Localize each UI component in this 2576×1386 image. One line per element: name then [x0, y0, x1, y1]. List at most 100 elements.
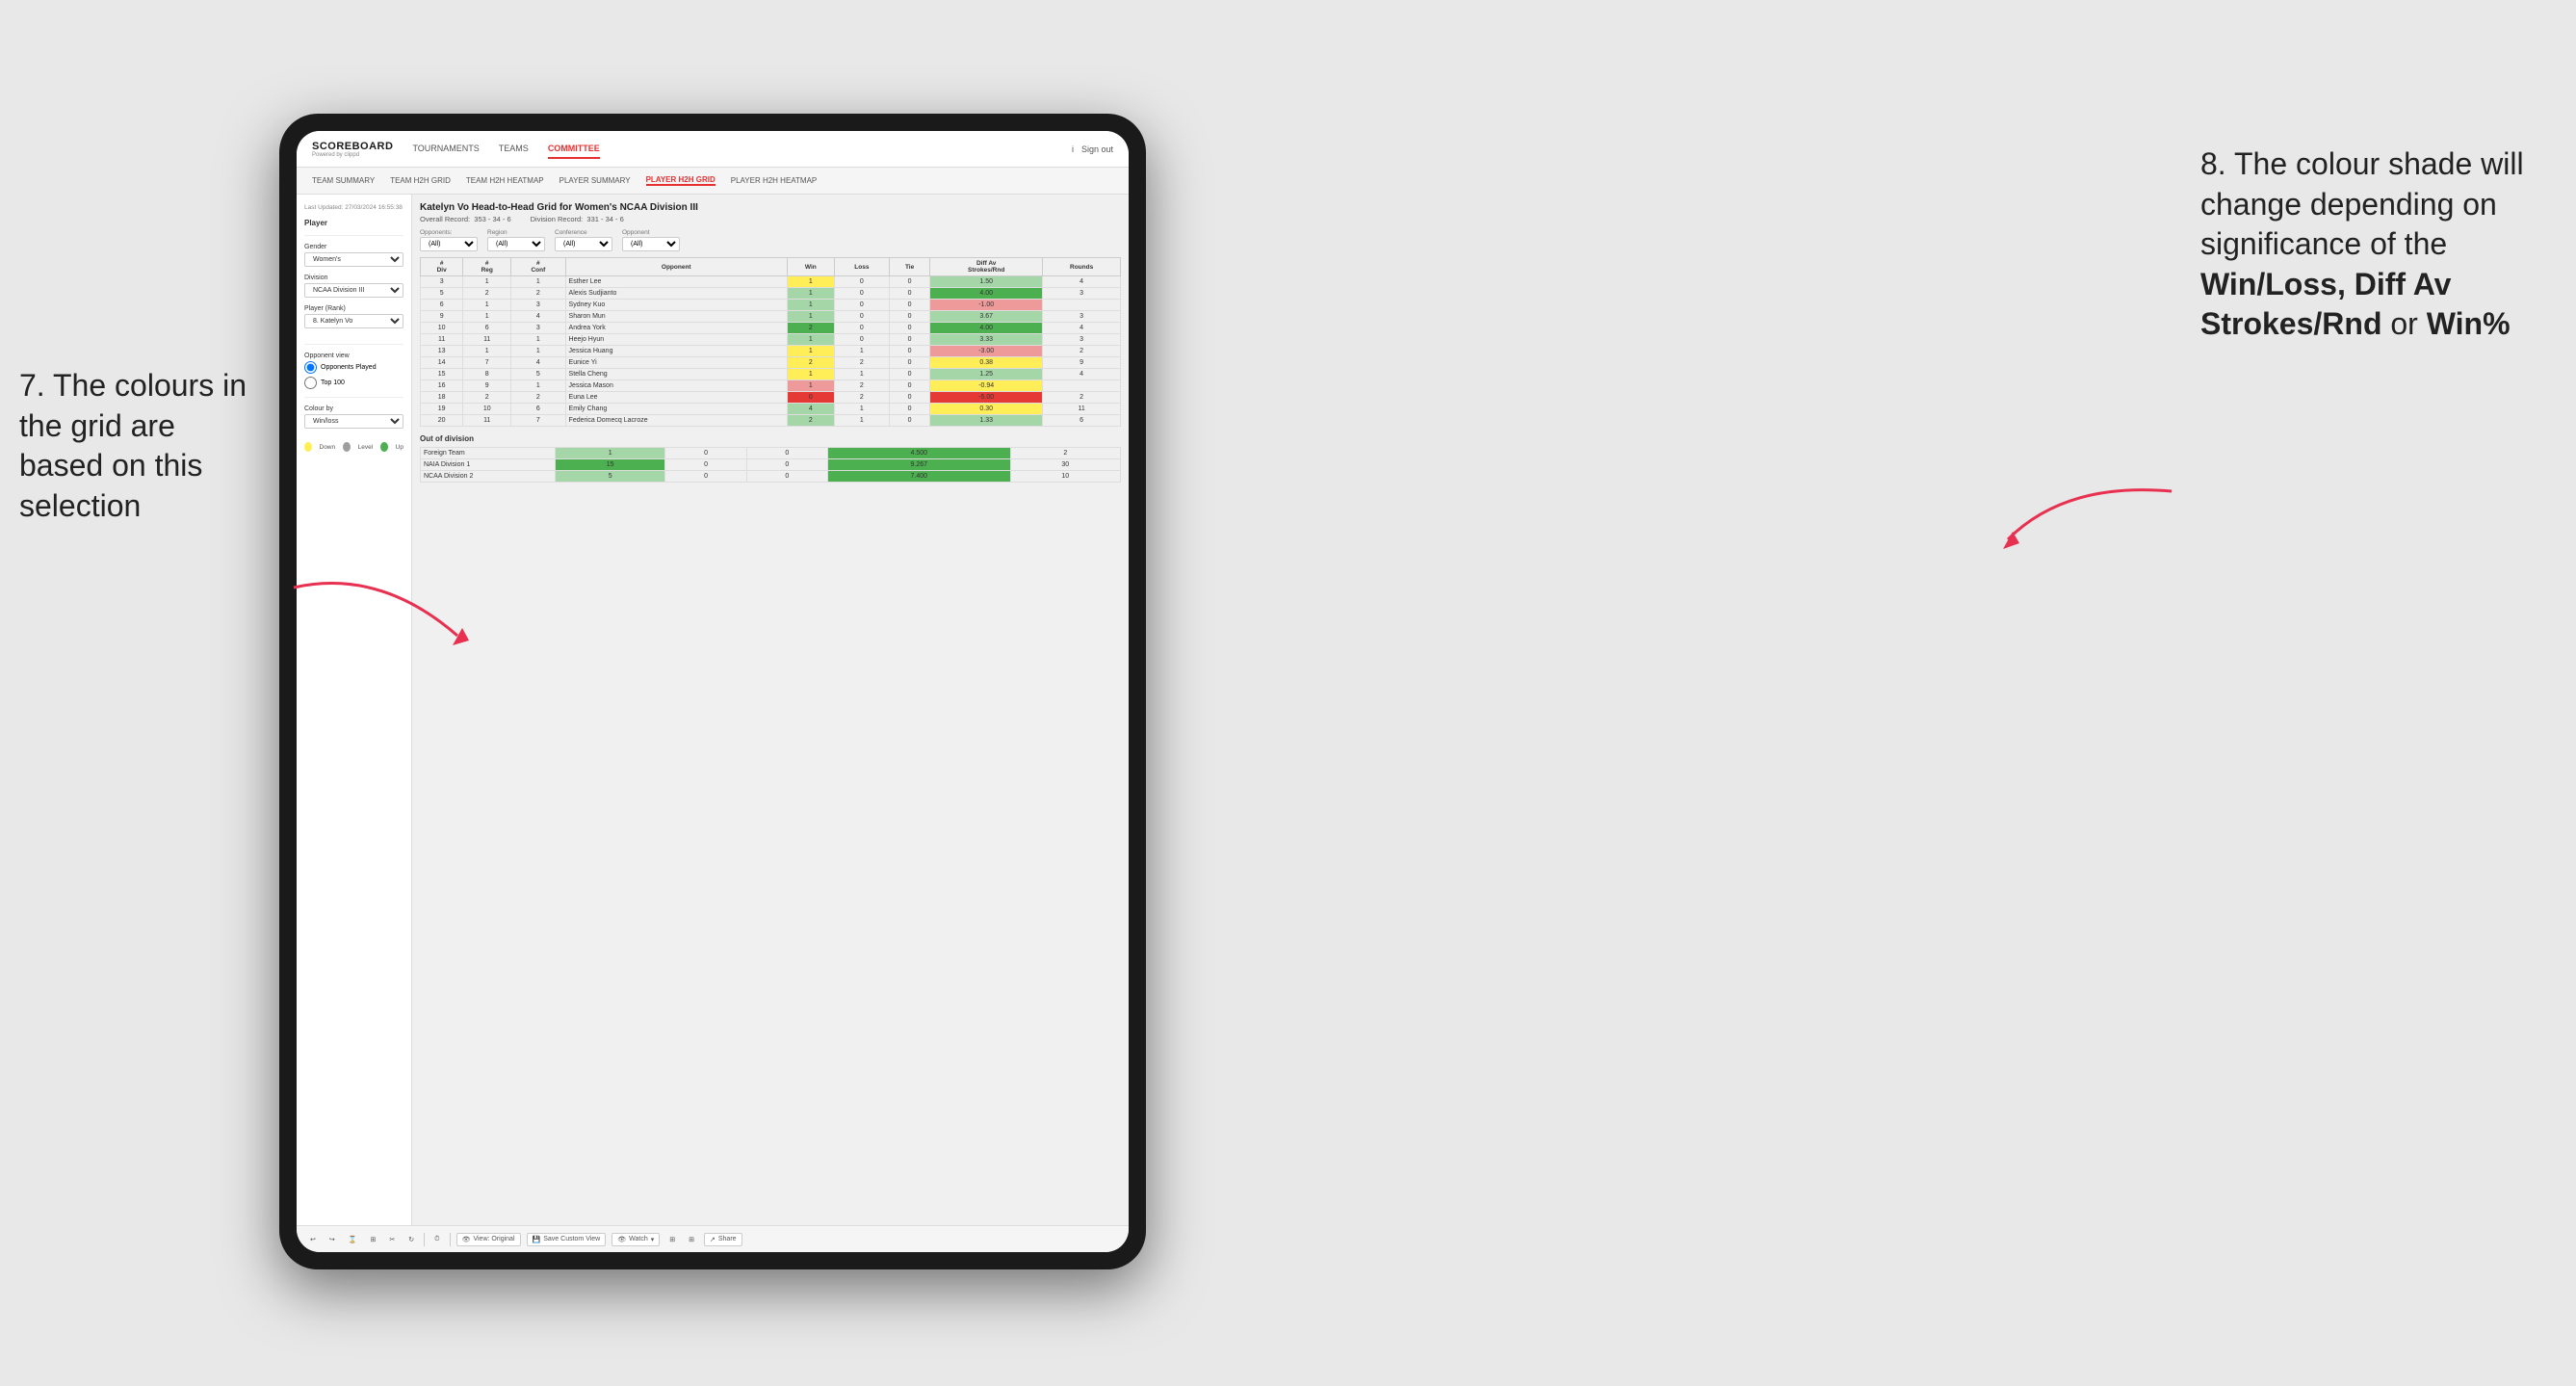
sub-nav-team-h2h-grid[interactable]: TEAM H2H GRID	[390, 176, 451, 185]
opponent-filter: Opponent (All)	[622, 229, 680, 251]
out-of-division-table: Foreign Team 1 0 0 4.500 2 NAIA Division…	[420, 447, 1121, 483]
table-row: 613 Sydney Kuo 100 -1.00	[421, 300, 1121, 311]
player-rank-select[interactable]: 8. Katelyn Vo	[304, 314, 403, 328]
sign-out-link[interactable]: Sign out	[1081, 141, 1113, 158]
sub-nav-player-h2h-heatmap[interactable]: PLAYER H2H HEATMAP	[731, 176, 818, 185]
sidebar: Last Updated: 27/03/2024 16:55:38 Player…	[297, 195, 412, 1225]
logo: SCOREBOARD Powered by clippd	[312, 141, 393, 158]
conference-filter: Conference (All)	[555, 229, 612, 251]
toolbar-divider-1	[424, 1233, 425, 1246]
col-loss: Loss	[834, 258, 889, 276]
opponent-view-radio-group: Opponents Played Top 100	[304, 361, 403, 389]
save-custom-view-btn[interactable]: 💾 Save Custom View	[527, 1233, 607, 1246]
share-btn[interactable]: ↗ Share	[704, 1233, 742, 1246]
legend-level-dot	[343, 442, 351, 452]
gender-label: Gender	[304, 244, 403, 250]
nav-committee[interactable]: COMMITTEE	[548, 140, 600, 159]
watch-icon: 👁	[617, 1236, 626, 1243]
col-tie: Tie	[890, 258, 930, 276]
grid-btn[interactable]: ⊞	[685, 1234, 698, 1245]
legend-down-label: Down	[320, 444, 336, 451]
sub-nav-player-summary[interactable]: PLAYER SUMMARY	[559, 176, 631, 185]
division-record: Division Record: 331 - 34 - 6	[531, 215, 624, 223]
radio-opponents-played[interactable]: Opponents Played	[304, 361, 403, 374]
toolbar: ↩ ↪ ⌛ ⊞ ✂ ↻ ⏱ 👁 View: Original 💾 Save Cu…	[297, 1225, 1129, 1252]
table-row: NCAA Division 2 5 0 0 7.400 10	[421, 471, 1121, 483]
h2h-table: #Div #Reg #Conf Opponent Win Loss Tie Di…	[420, 257, 1121, 427]
arrow-right	[1989, 472, 2181, 568]
table-row: 1691 Jessica Mason 120 -0.94	[421, 380, 1121, 392]
opponents-select[interactable]: (All)	[420, 237, 478, 251]
table-row: 522 Alexis Sudjianto 100 4.003	[421, 288, 1121, 300]
region-filter: Region (All)	[487, 229, 545, 251]
redo-btn[interactable]: ↪	[325, 1234, 339, 1245]
legend-down-dot	[304, 442, 312, 452]
main-content: Last Updated: 27/03/2024 16:55:38 Player…	[297, 195, 1129, 1225]
player-rank-label: Player (Rank)	[304, 305, 403, 312]
table-row: 1063 Andrea York 200 4.004	[421, 323, 1121, 334]
share-icon: ↗	[710, 1236, 716, 1243]
undo-btn[interactable]: ↩	[306, 1234, 320, 1245]
division-select[interactable]: NCAA Division III	[304, 283, 403, 298]
tablet-frame: SCOREBOARD Powered by clippd TOURNAMENTS…	[279, 114, 1146, 1269]
copy-btn[interactable]: ⊞	[366, 1234, 379, 1245]
watch-btn[interactable]: 👁 Watch ▾	[611, 1233, 660, 1246]
sub-nav-team-summary[interactable]: TEAM SUMMARY	[312, 176, 375, 185]
table-row: 311 Esther Lee 100 1.504	[421, 276, 1121, 288]
sub-nav: TEAM SUMMARY TEAM H2H GRID TEAM H2H HEAT…	[297, 168, 1129, 195]
opponent-select[interactable]: (All)	[622, 237, 680, 251]
last-updated: Last Updated: 27/03/2024 16:55:38	[304, 204, 403, 211]
sub-nav-team-h2h-heatmap[interactable]: TEAM H2H HEATMAP	[466, 176, 544, 185]
nav-links: TOURNAMENTS TEAMS COMMITTEE	[412, 140, 1072, 159]
colour-legend: Down Level Up	[304, 442, 403, 452]
gender-select[interactable]: Women's	[304, 252, 403, 267]
annotation-right: 8. The colour shade will change dependin…	[2200, 144, 2566, 345]
clock-btn[interactable]: ⏱	[430, 1234, 443, 1245]
table-row: NAIA Division 1 15 0 0 9.267 30	[421, 459, 1121, 471]
colour-by-select[interactable]: Win/loss	[304, 414, 403, 429]
eye-icon: 👁	[462, 1236, 471, 1243]
tablet-screen: SCOREBOARD Powered by clippd TOURNAMENTS…	[297, 131, 1129, 1252]
col-opponent: Opponent	[565, 258, 787, 276]
table-row: Foreign Team 1 0 0 4.500 2	[421, 448, 1121, 459]
nav-icon: i	[1072, 144, 1074, 154]
history-btn[interactable]: ⌛	[345, 1234, 361, 1245]
nav-tournaments[interactable]: TOURNAMENTS	[412, 140, 479, 159]
legend-level-label: Level	[358, 444, 374, 451]
table-row: 914 Sharon Mun 100 3.673	[421, 311, 1121, 323]
opponents-filter: Opponents: (All)	[420, 229, 478, 251]
col-reg: #Reg	[463, 258, 511, 276]
nav-bar: SCOREBOARD Powered by clippd TOURNAMENTS…	[297, 131, 1129, 168]
grid-subtitle: Overall Record: 353 - 34 - 6 Division Re…	[420, 215, 1121, 223]
view-original-btn[interactable]: 👁 View: Original	[456, 1233, 521, 1246]
col-rounds: Rounds	[1043, 258, 1121, 276]
crop-btn[interactable]: ⊞	[665, 1234, 679, 1245]
overall-record: Overall Record: 353 - 34 - 6	[420, 215, 511, 223]
col-diff: Diff AvStrokes/Rnd	[930, 258, 1043, 276]
table-row: 1822 Euna Lee 020 -5.002	[421, 392, 1121, 404]
col-div: #Div	[421, 258, 463, 276]
radio-top100[interactable]: Top 100	[304, 377, 403, 389]
colour-by-label: Colour by	[304, 405, 403, 412]
sub-nav-player-h2h-grid[interactable]: PLAYER H2H GRID	[646, 175, 716, 186]
refresh-btn[interactable]: ↻	[404, 1234, 418, 1245]
player-section-title: Player	[304, 219, 403, 227]
legend-up-dot	[380, 442, 388, 452]
division-label: Division	[304, 275, 403, 281]
scissors-btn[interactable]: ✂	[385, 1234, 399, 1245]
nav-teams[interactable]: TEAMS	[499, 140, 529, 159]
toolbar-divider-2	[450, 1233, 451, 1246]
logo-sub: Powered by clippd	[312, 152, 393, 158]
col-win: Win	[787, 258, 834, 276]
nav-right: i Sign out	[1072, 141, 1113, 158]
out-of-division-header: Out of division	[420, 434, 1121, 443]
annotation-left: 7. The colours in the grid are based on …	[19, 366, 260, 526]
grid-area: Katelyn Vo Head-to-Head Grid for Women's…	[412, 195, 1129, 1225]
logo-text: SCOREBOARD	[312, 141, 393, 152]
col-conf: #Conf	[511, 258, 565, 276]
region-select[interactable]: (All)	[487, 237, 545, 251]
grid-title: Katelyn Vo Head-to-Head Grid for Women's…	[420, 202, 1121, 213]
conference-select[interactable]: (All)	[555, 237, 612, 251]
filters-row: Opponents: (All) Region (All) Conference	[420, 229, 1121, 251]
save-icon: 💾	[533, 1236, 541, 1243]
